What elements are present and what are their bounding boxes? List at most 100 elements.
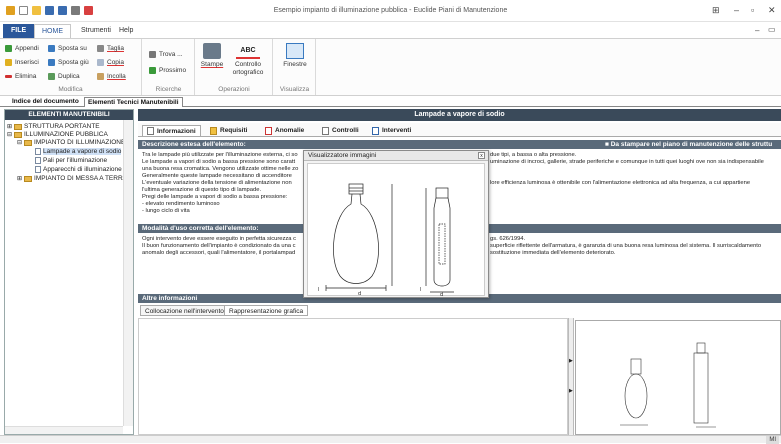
image-viewer-dialog[interactable]: Visualizzatore immagini x l d l d (303, 150, 489, 298)
elimina-button[interactable]: Elimina (5, 73, 36, 80)
tab-anomalie[interactable]: Anomalie (261, 125, 308, 136)
close-icon[interactable]: ✕ (768, 5, 776, 16)
document-icon (35, 148, 41, 155)
paste-icon (97, 73, 104, 80)
cut-icon (97, 45, 104, 52)
folder-icon (24, 175, 33, 182)
arrow-right-icon[interactable]: ▶ (569, 358, 573, 364)
elements-tree: ELEMENTI MANUTENIBILI ⊞ STRUTTURA PORTANT… (4, 109, 134, 435)
document-icon (35, 157, 41, 164)
document-tabs: Indice del documento Elementi Tecnici Ma… (0, 97, 781, 107)
lamp-drawing: l d l d (318, 183, 454, 298)
tree-node-pali[interactable]: Pali per l'illuminazione (35, 157, 107, 164)
tree-node-impianto-illuminazione[interactable]: ⊟ IMPIANTO DI ILLUMINAZIONE (17, 139, 125, 146)
stampe-button[interactable]: Stampe (199, 43, 225, 69)
move-down-icon (48, 59, 55, 66)
tab-collocazione[interactable]: Collocazione nell'intervento (140, 305, 229, 316)
maximize-icon[interactable]: ▫ (751, 5, 754, 15)
tree-node-lampade-sodio[interactable]: Lampade a vapore di sodio (35, 148, 122, 155)
tree-header: ELEMENTI MANUTENIBILI (5, 110, 133, 120)
minimize-icon[interactable]: – (734, 5, 739, 15)
tab-home[interactable]: HOME (34, 24, 71, 38)
finestre-button[interactable]: Finestre (277, 43, 313, 69)
tab-elementi-tecnici[interactable]: Elementi Tecnici Manutenibili (84, 97, 183, 107)
interventions-icon (372, 126, 379, 135)
tab-interventi[interactable]: Interventi (368, 125, 415, 136)
preview-splitter[interactable]: ▶ ▶ (568, 318, 574, 435)
collapse-icon[interactable]: ⊟ (17, 139, 22, 146)
tree-node-apparecchi[interactable]: Apparecchi di illuminazione (35, 166, 122, 173)
tab-controlli[interactable]: Controlli (318, 125, 363, 136)
graphics-list[interactable] (138, 318, 568, 435)
tree-vertical-scrollbar[interactable] (123, 120, 133, 426)
ribbon-tabs: FILE HOME Strumenti Help – ▭ (0, 22, 781, 38)
label-l-right: l (420, 287, 421, 293)
arrow-right-icon[interactable]: ▶ (569, 388, 573, 394)
detail-tabs: Informazioni Requisiti Anomalie Controll… (138, 123, 781, 137)
requirements-icon (210, 126, 217, 135)
tab-help[interactable]: Help (112, 24, 140, 38)
copy-icon (97, 59, 104, 66)
duplica-button[interactable]: Duplica (48, 73, 80, 80)
title-bar: Esempio impianto di illuminazione pubbli… (0, 0, 781, 22)
incolla-button[interactable]: Incolla (97, 73, 126, 80)
tab-requisiti[interactable]: Requisiti (206, 125, 251, 136)
usage-text-left[interactable]: Ogni intervento deve essere eseguito in … (138, 234, 308, 274)
description-text-left[interactable]: Tra le lampade più utilizzate per l'illu… (138, 150, 308, 222)
group-label-visualizza: Visualizza (279, 86, 310, 93)
usage-text-right[interactable]: gs. 626/1994. superficie riflettente del… (486, 234, 781, 274)
trova-button[interactable]: Trova ... (149, 51, 183, 58)
group-operazioni: Stampe ABC Controllo ortografico Operazi… (196, 39, 273, 95)
copia-button[interactable]: Copia (97, 59, 124, 66)
panel-title: Lampade a vapore di sodio (138, 109, 781, 121)
tree-horizontal-scrollbar[interactable] (5, 426, 123, 434)
folder-icon (24, 139, 33, 146)
expand-icon[interactable]: ⊞ (17, 175, 22, 182)
dialog-close-button[interactable]: x (478, 152, 485, 159)
description-text-right[interactable]: due tipi, a bassa o alta pressione. umin… (486, 150, 781, 222)
sposta-su-button[interactable]: Sposta su (48, 45, 87, 52)
tab-file[interactable]: FILE (3, 24, 35, 38)
windows-icon (286, 43, 304, 59)
collapse-icon[interactable]: ⊟ (7, 131, 12, 138)
inserisci-button[interactable]: Inserisci (5, 59, 39, 66)
appendi-button[interactable]: Appendi (5, 45, 39, 52)
ribbon: Appendi Inserisci Elimina Sposta su Spos… (0, 38, 781, 96)
append-icon (5, 45, 12, 52)
expand-icon[interactable]: ⊞ (7, 123, 12, 130)
spellcheck-icon: ABC (236, 43, 260, 59)
prossimo-button[interactable]: Prossimo (149, 67, 186, 74)
tab-informazioni[interactable]: Informazioni (142, 125, 201, 136)
controllo-ortografico-button[interactable]: ABC Controllo ortografico (226, 43, 270, 77)
printer-icon (203, 43, 221, 59)
ribbon-display-icon[interactable]: ⊞ (712, 5, 720, 16)
sposta-giu-button[interactable]: Sposta giù (48, 59, 89, 66)
status-bar: MI (0, 435, 781, 444)
tab-rappresentazione-grafica[interactable]: Rappresentazione grafica (224, 305, 309, 316)
other-info-tabs: Collocazione nell'intervento Rappresenta… (138, 305, 568, 317)
tree-node-struttura[interactable]: ⊞ STRUTTURA PORTANTE (7, 123, 100, 130)
window-title: Esempio impianto di illuminazione pubbli… (273, 7, 508, 14)
taglia-button[interactable]: Taglia (97, 45, 124, 52)
anomalies-icon (265, 126, 272, 135)
label-d-right: d (440, 292, 443, 297)
group-label-ricerche: Ricerche (155, 86, 182, 93)
restore-icon[interactable]: ▭ (768, 25, 776, 34)
description-header: Descrizione estesa dell'elemento: ■ Da s… (138, 140, 781, 149)
tab-indice-documento[interactable]: Indice del documento (9, 97, 82, 107)
ribbon-minimize-icon[interactable]: – (755, 26, 759, 35)
tree-node-messa-a-terra[interactable]: ⊞ IMPIANTO DI MESSA A TERRA (17, 175, 127, 182)
delete-icon (5, 75, 12, 78)
find-next-icon (149, 67, 156, 74)
folder-icon (14, 123, 23, 130)
label-d-left: d (358, 291, 361, 297)
move-up-icon (48, 45, 55, 52)
print-flag[interactable]: ■ Da stampare nel piano di manutenzione … (605, 140, 781, 149)
image-preview[interactable] (575, 320, 781, 435)
document-icon (35, 166, 41, 173)
info-icon (147, 127, 154, 135)
group-label-modifica: Modifica (58, 86, 83, 93)
insert-icon (5, 59, 12, 66)
tree-node-illuminazione-pubblica[interactable]: ⊟ ILLUMINAZIONE PUBBLICA (7, 131, 108, 138)
controls-icon (322, 126, 329, 135)
